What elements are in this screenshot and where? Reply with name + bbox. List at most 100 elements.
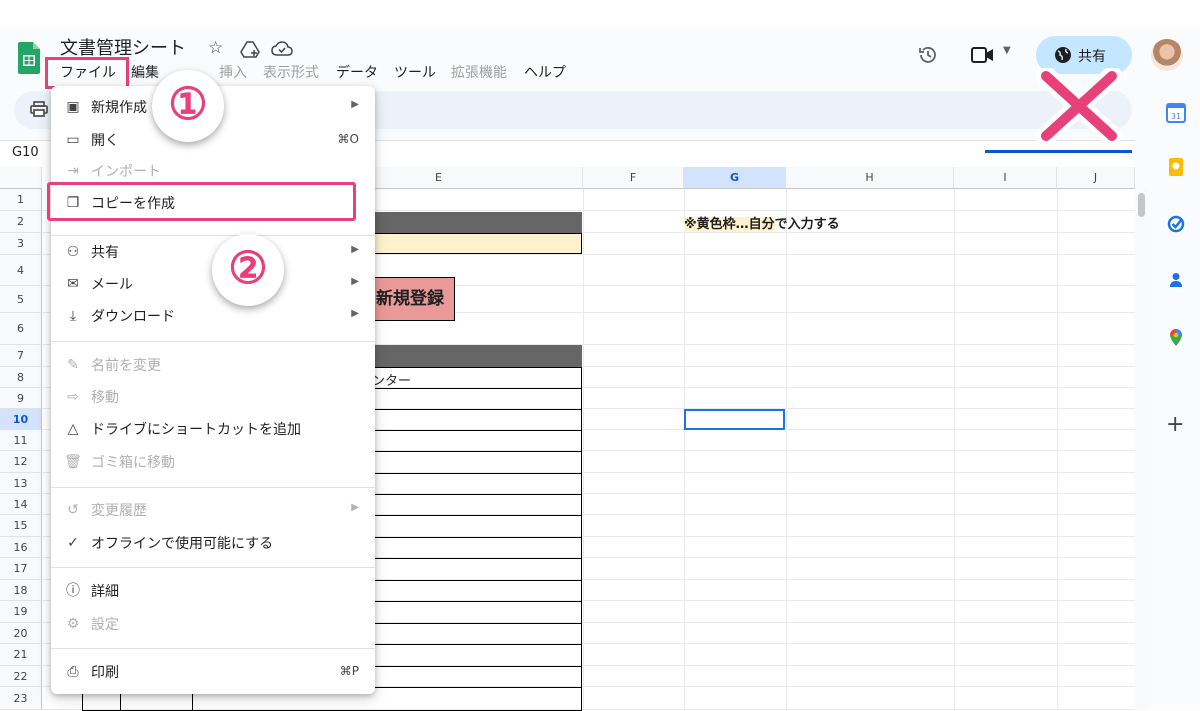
row-header[interactable]: 15	[0, 515, 42, 537]
scrollbar-thumb[interactable]	[1138, 193, 1145, 217]
tasks-icon[interactable]	[1166, 214, 1186, 234]
file-menu-item-download[interactable]: ⤓ ダウンロード ▶	[51, 301, 375, 331]
row-header[interactable]: 19	[0, 601, 42, 623]
row-header[interactable]: 10	[0, 409, 42, 430]
copy-item-highlight	[47, 182, 356, 221]
keep-icon[interactable]	[1166, 157, 1186, 177]
name-box[interactable]: G10	[12, 145, 39, 160]
move-to-drive-icon[interactable]	[240, 40, 260, 58]
version-history-icon[interactable]	[918, 45, 938, 65]
file-menu-highlight	[45, 57, 129, 89]
menu-separator	[51, 487, 375, 488]
submenu-arrow-icon: ▶	[351, 276, 359, 287]
row-header[interactable]: 18	[0, 580, 42, 601]
row-header[interactable]: 23	[0, 687, 42, 710]
column-header-h[interactable]: H	[786, 167, 954, 189]
sheets-logo-icon[interactable]	[18, 42, 40, 74]
menu-data[interactable]: データ	[336, 62, 378, 82]
file-menu-item-history[interactable]: ↺ 変更履歴 ▶	[51, 495, 375, 525]
print-icon[interactable]	[30, 101, 48, 117]
menu-item-label: 新規作成	[91, 100, 147, 116]
calendar-icon[interactable]: 31	[1166, 103, 1186, 123]
menu-extensions[interactable]: 拡張機能	[451, 62, 507, 82]
row-header[interactable]: 16	[0, 537, 42, 558]
meet-icon[interactable]	[971, 46, 995, 64]
menu-item-label: メール	[91, 277, 133, 293]
file-menu-item-trash[interactable]: 🗑 ゴミ箱に移動	[51, 447, 375, 477]
formula-progress-line	[985, 150, 1132, 153]
menu-insert[interactable]: 挿入	[219, 62, 247, 82]
add-addon-icon[interactable]: +	[1166, 412, 1184, 437]
selected-cell-g10[interactable]	[684, 409, 785, 430]
file-menu-item-print[interactable]: ⎙ 印刷 ⌘P	[51, 657, 375, 687]
offline-icon: ✓	[67, 535, 79, 551]
step-1-badge: ①	[152, 70, 224, 142]
menu-help[interactable]: ヘルプ	[524, 62, 566, 82]
submenu-arrow-icon: ▶	[351, 308, 359, 319]
mail-icon: ✉	[67, 276, 79, 292]
file-menu-item-settings[interactable]: ⚙ 設定	[51, 609, 375, 639]
globe-icon	[1055, 47, 1071, 63]
menu-item-label: 開く	[91, 133, 119, 149]
corner-cell[interactable]	[0, 167, 42, 189]
side-panel	[1148, 90, 1200, 710]
chevron-down-icon[interactable]: ▼	[1003, 45, 1011, 56]
row-header[interactable]: 22	[0, 666, 42, 687]
vertical-scrollbar[interactable]	[1135, 189, 1148, 710]
column-header-g[interactable]: G	[684, 167, 786, 189]
star-icon[interactable]: ☆	[208, 38, 223, 58]
file-menu-item-info[interactable]: ⓘ 詳細	[51, 576, 375, 606]
row-header[interactable]: 17	[0, 558, 42, 580]
file-menu-item-move[interactable]: ⇨ 移動	[51, 382, 375, 412]
note-rest: で入力する	[774, 217, 840, 232]
menu-tools[interactable]: ツール	[394, 62, 436, 82]
submenu-arrow-icon: ▶	[351, 502, 359, 513]
menu-format[interactable]: 表示形式	[263, 62, 319, 82]
row-header[interactable]: 4	[0, 255, 42, 286]
row-header[interactable]: 12	[0, 451, 42, 473]
row-header[interactable]: 11	[0, 430, 42, 451]
cloud-saved-icon[interactable]	[271, 41, 293, 56]
row-header[interactable]: 5	[0, 286, 42, 313]
column-header-j[interactable]: J	[1057, 167, 1135, 189]
row-header[interactable]: 21	[0, 644, 42, 666]
top-margin	[0, 0, 1200, 26]
row-header[interactable]: 1	[0, 189, 42, 211]
row-header[interactable]: 3	[0, 233, 42, 255]
gridline	[583, 189, 584, 710]
menu-separator	[51, 235, 375, 236]
row-header[interactable]: 6	[0, 313, 42, 345]
file-menu-item-drive-shortcut[interactable]: △ ドライブにショートカットを追加	[51, 414, 375, 444]
row-header[interactable]: 9	[0, 388, 42, 409]
row-header[interactable]: 14	[0, 494, 42, 515]
menu-item-label: 名前を変更	[91, 358, 161, 374]
trash-icon: 🗑	[64, 454, 82, 470]
menu-item-label: ゴミ箱に移動	[91, 455, 175, 471]
row-header[interactable]: 20	[0, 623, 42, 644]
note-highlight: ※黄色枠…自分	[684, 217, 775, 232]
menu-item-label: 共有	[91, 245, 119, 261]
row-header[interactable]: 2	[0, 211, 42, 233]
gridline	[954, 189, 955, 710]
menu-edit[interactable]: 編集	[131, 62, 159, 82]
file-menu-item-offline[interactable]: ✓ オフラインで使用可能にする	[51, 528, 375, 558]
maps-icon[interactable]	[1166, 327, 1186, 347]
row-header[interactable]: 7	[0, 345, 42, 367]
drive-shortcut-icon: △	[67, 421, 79, 437]
menu-separator	[51, 648, 375, 649]
settings-icon: ⚙	[66, 616, 80, 632]
download-icon: ⤓	[69, 308, 77, 324]
row-header[interactable]: 8	[0, 367, 42, 388]
folder-icon: ▭	[66, 132, 80, 148]
file-menu-item-rename[interactable]: ✎ 名前を変更	[51, 350, 375, 380]
row-header[interactable]: 13	[0, 473, 42, 494]
column-header-f[interactable]: F	[583, 167, 684, 189]
gridline	[786, 189, 787, 710]
info-icon: ⓘ	[66, 583, 80, 599]
contacts-icon[interactable]	[1166, 270, 1186, 290]
svg-text:31: 31	[1171, 112, 1181, 121]
menu-item-label: オフラインで使用可能にする	[91, 536, 274, 552]
avatar[interactable]	[1151, 39, 1183, 71]
menu-item-label: 印刷	[91, 665, 119, 681]
column-header-i[interactable]: I	[954, 167, 1057, 189]
